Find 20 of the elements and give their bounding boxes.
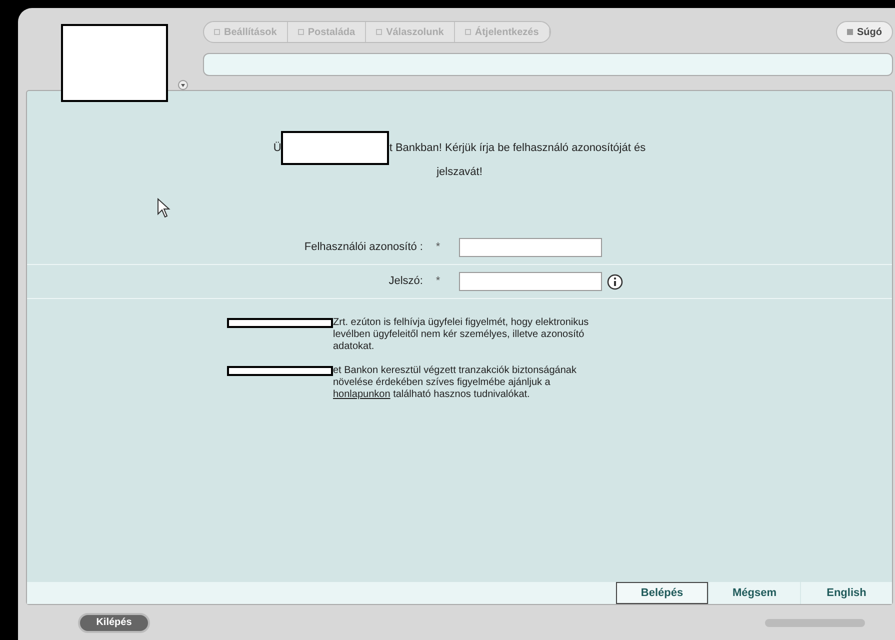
action-button[interactable]: Mégsem [708, 582, 800, 604]
input-field[interactable] [459, 272, 602, 291]
notice-text: et Bankon keresztül végzett tranzakciók biztonságának növelése érdekében szíves figyelmébe ajánljuk a honlapunkon található hasznos tudnivalókat. [333, 365, 578, 401]
pointer-icon [157, 198, 171, 218]
input-field[interactable] [459, 238, 602, 257]
address-field[interactable] [203, 53, 893, 76]
action-button[interactable]: English [800, 582, 892, 604]
homepage-link[interactable]: honlapunkon [333, 389, 390, 400]
greeting-text: Ü [273, 142, 282, 154]
required-mark: * [434, 274, 442, 290]
greeting-text: t Bankban! Kérjük írja be felhasználó azonosítóját és jelszavát! [389, 142, 646, 178]
required-mark: * [434, 240, 442, 256]
notice-text: Zrt. ezúton is felhívja ügyfelei figyelmét, hogy elektronikus levélben ügyfeleitől nem kér személyes, illetve azonosító adatokat. [333, 317, 590, 353]
action-button[interactable]: Belépés [616, 582, 708, 604]
field-label: Jelszó: [388, 274, 423, 290]
info-icon[interactable] [607, 274, 623, 290]
help-button[interactable]: Súgó [836, 21, 893, 43]
exit-button[interactable]: Kilépés [78, 612, 150, 632]
dropdown-icon[interactable] [178, 80, 188, 90]
field-label: Felhasználói azonosító : [303, 240, 423, 256]
